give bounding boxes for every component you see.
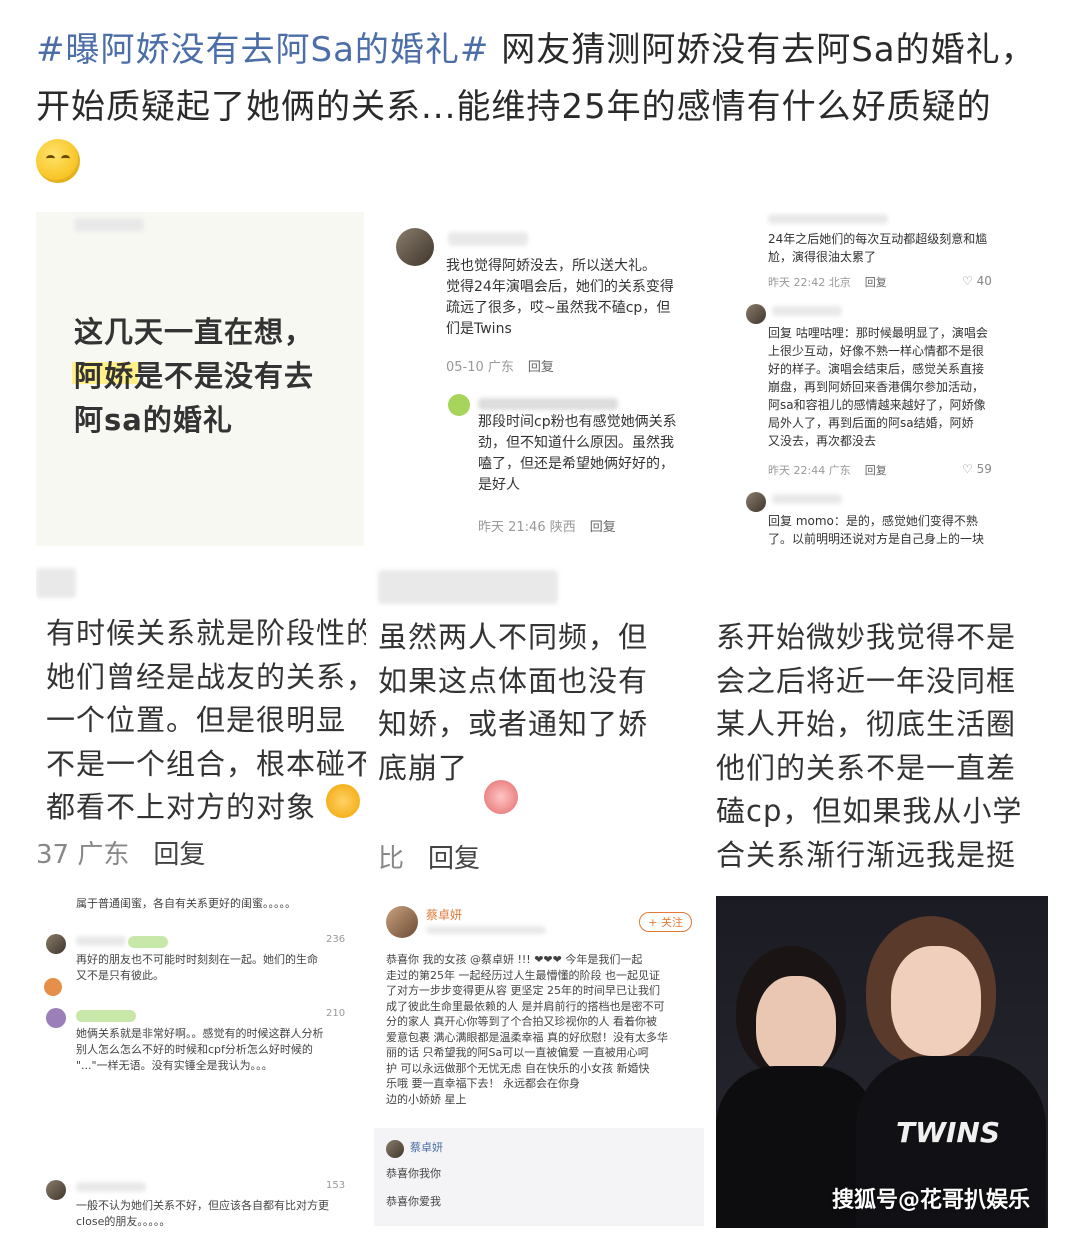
comment-meta: 昨天 21:46 陕西 回复 (478, 520, 616, 535)
sticker-icon (326, 784, 360, 818)
reply-text: 恭喜你爱我 (386, 1195, 441, 1208)
comment-meta: 05-10 广东 回复 (446, 360, 554, 375)
comment-text: 一般不认为她们关系不好，但应该各自都有比对方更 close的朋友。。。。。 (76, 1199, 329, 1228)
avatar[interactable] (746, 304, 766, 324)
like-count[interactable]: 236 (326, 934, 345, 945)
reply-text: 回复 咕哩咕哩：那时候最明显了，演唱会 上很少互动，好像不熟一样心情都不是很 好… (768, 326, 988, 448)
avatar[interactable] (746, 492, 766, 512)
shirt-print: TWINS (896, 1116, 1001, 1149)
screenshot-panel-8: 蔡卓妍 + 关注 恭喜你 我的女孩 @蔡卓妍 !!! ❤❤❤ 今年是我们一起 走… (374, 896, 704, 1226)
person-face (756, 976, 836, 1076)
comment-text: 属于普通闺蜜，各自有关系更好的闺蜜。。。。。 (76, 897, 296, 910)
zoomed-comment-1: 有时候关系就是阶段性的 她们曾经是战友的关系， 一个位置。但是很明显 不是一个组… (36, 564, 366, 874)
zoomed-comment-2: 虽然两人不同频，但 如果这点体面也没有 知娇，或者通知了娇 底崩了 比回复 (374, 564, 712, 874)
like-count[interactable]: 153 (326, 1180, 345, 1191)
screenshot-panel-2: 我也觉得阿娇没去，所以送大礼。 觉得24年演唱会后，她们的关系变得 疏远了很多，… (378, 212, 708, 546)
comment-text: 我也觉得阿娇没去，所以送大礼。 觉得24年演唱会后，她们的关系变得 疏远了很多，… (446, 258, 674, 337)
person-face (891, 946, 981, 1056)
comment-text: 虽然两人不同频，但 如果这点体面也没有 知娇，或者通知了娇 底崩了 (378, 620, 649, 785)
comment-text: 她俩关系就是非常好啊。。感觉有的时候这群人分析 别人怎么怎么不好的时候和cpf分… (76, 1027, 324, 1072)
crying-sticker-icon (484, 780, 518, 814)
reply-link[interactable]: 回复 (153, 840, 205, 870)
screenshot-panel-1: 这几天一直在想， 阿娇是不是没有去 阿sa的婚礼 (36, 212, 364, 546)
watermark: 搜狐号@花哥扒娱乐 (831, 1188, 1030, 1213)
poster-name[interactable]: 蔡卓妍 (426, 908, 462, 924)
reply-section: 蔡卓妍 恭喜你我你 恭喜你爱我 (374, 1128, 704, 1226)
reply-link[interactable]: 回复 (865, 276, 887, 289)
follow-button[interactable]: + 关注 (639, 912, 692, 932)
reply-text: 那段时间cp粉也有感觉她俩关系 劲，但不知道什么原因。虽然我 嗑了，但还是希望她… (478, 414, 677, 493)
avatar[interactable] (44, 978, 62, 996)
avatar[interactable] (46, 934, 66, 954)
reply-link[interactable]: 回复 (528, 360, 554, 375)
comment-text: 再好的朋友也不可能时时刻刻在一起。她们的生命 又不是只有彼此。 (76, 953, 318, 982)
reply-link[interactable]: 回复 (590, 520, 616, 535)
reply-name[interactable]: 蔡卓妍 (410, 1140, 443, 1156)
like-count[interactable]: ♡ 59 (962, 462, 992, 476)
avatar[interactable] (46, 1180, 66, 1200)
comment-text: 24年之后她们的每次互动都超级刻意和尴 尬，演得很油太累了 (768, 232, 988, 264)
avatar[interactable] (386, 1140, 404, 1158)
comment-text: 系开始微妙我觉得不是 会之后将近一年没同框 某人开始，彻底生活圈 他们的关系不是… (716, 620, 1023, 872)
avatar[interactable] (46, 1008, 66, 1028)
screenshot-panel-7: 属于普通闺蜜，各自有关系更好的闺蜜。。。。。 236 再好的朋友也不可能时时刻刻… (36, 884, 362, 1234)
avatar[interactable] (448, 394, 470, 416)
avatar[interactable] (396, 228, 434, 266)
panel1-text: 这几天一直在想， 阿娇是不是没有去 阿sa的婚礼 (74, 315, 315, 437)
reply-link[interactable]: 回复 (428, 844, 480, 874)
comment-meta: 昨天 22:44 广东 回复 (768, 464, 887, 477)
screenshot-panel-3: 24年之后她们的每次互动都超级刻意和尴 尬，演得很油太累了 昨天 22:42 北… (740, 212, 1040, 546)
like-count[interactable]: ♡ 40 (962, 274, 992, 288)
zoomed-comment-3: 系开始微妙我觉得不是 会之后将近一年没同框 某人开始，彻底生活圈 他们的关系不是… (714, 564, 1044, 874)
comment-meta: 比回复 (378, 844, 481, 874)
comment-meta: 37 广东 回复 (36, 840, 206, 870)
like-count[interactable]: 210 (326, 1008, 345, 1019)
post-body: 恭喜你 我的女孩 @蔡卓妍 !!! ❤❤❤ 今年是我们一起 走过的第25年 一起… (386, 953, 668, 1106)
reply-link[interactable]: 回复 (865, 464, 887, 477)
reply-text: 回复 momo：是的，感觉她们变得不熟 了。以前明明还说对方是自己身上的一块 (768, 514, 985, 546)
reply-text: 恭喜你我你 (386, 1167, 441, 1180)
comment-text: 有时候关系就是阶段性的 她们曾经是战友的关系， 一个位置。但是很明显 不是一个组… (46, 616, 366, 824)
photo-panel: TWINS 搜狐号@花哥扒娱乐 (716, 896, 1048, 1228)
avatar[interactable] (386, 906, 418, 938)
post-header: #曝阿娇没有去阿Sa的婚礼# 网友猜测阿娇没有去阿Sa的婚礼，开始质疑起了她俩的… (36, 22, 1046, 193)
thinking-emoji-icon (36, 139, 80, 183)
comment-meta: 昨天 22:42 北京 回复 (768, 276, 887, 289)
hashtag-link[interactable]: #曝阿娇没有去阿Sa的婚礼# (36, 30, 489, 70)
